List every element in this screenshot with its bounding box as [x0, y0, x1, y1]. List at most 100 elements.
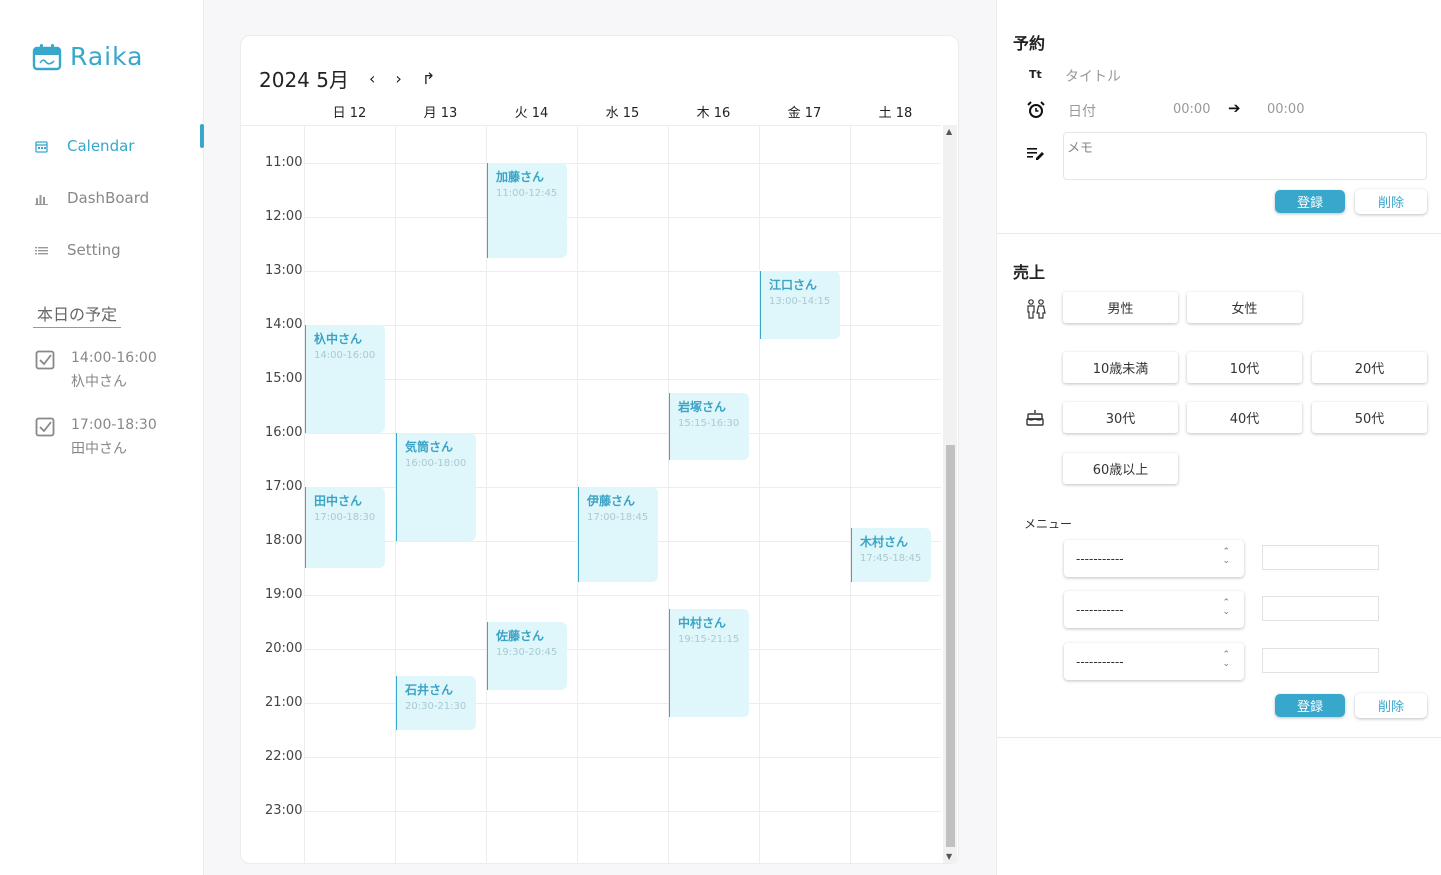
- age-button[interactable]: 30代: [1063, 402, 1178, 433]
- age-button[interactable]: 50代: [1312, 402, 1427, 433]
- calendar-event[interactable]: 佐藤さん 19:30-20:45: [487, 622, 567, 690]
- age-button[interactable]: 10代: [1187, 352, 1302, 383]
- calendar-event[interactable]: 田中さん 17:00-18:30: [305, 487, 385, 568]
- day-header[interactable]: 月 13: [395, 102, 486, 121]
- alarm-clock-icon: [1026, 100, 1046, 120]
- sidebar-item-calendar[interactable]: Calendar: [0, 120, 204, 172]
- scroll-up-icon[interactable]: ▲: [946, 127, 952, 136]
- grid-hour-line: [304, 325, 941, 326]
- checkbox-icon[interactable]: [35, 350, 55, 370]
- text-title-icon: Tt: [1029, 68, 1042, 81]
- today-item-name: 杁中さん: [71, 374, 127, 390]
- event-time: 20:30-21:30: [405, 701, 467, 712]
- calendar-event[interactable]: 気筒さん 16:00-18:00: [396, 433, 476, 541]
- menu-select-value: -----------: [1076, 602, 1124, 617]
- grid-hour-line: [304, 379, 941, 380]
- menu-select[interactable]: ----------- ⌃ ⌄: [1064, 540, 1244, 577]
- event-name: 岩塚さん: [678, 399, 727, 414]
- age-button[interactable]: 10歳未満: [1063, 352, 1178, 383]
- list-icon: [34, 243, 48, 257]
- today-button[interactable]: ↱: [422, 69, 435, 88]
- gender-female-button[interactable]: 女性: [1187, 292, 1302, 323]
- calendar-title: 2024 5月: [259, 68, 349, 92]
- prev-week-button[interactable]: ‹: [369, 69, 375, 88]
- menu-amount-input[interactable]: [1262, 545, 1379, 570]
- menu-amount-input[interactable]: [1262, 648, 1379, 673]
- reservation-register-button[interactable]: 登録: [1275, 190, 1345, 213]
- calendar-grid[interactable]: 11:00 12:00 13:00 14:00 15:00 16:00 17:00 18:00…: [241, 125, 941, 863]
- grid-column-line: [668, 126, 669, 863]
- day-header[interactable]: 水 15: [577, 102, 668, 121]
- title-input[interactable]: タイトル: [1065, 66, 1121, 86]
- grid-hour-line: [304, 595, 941, 596]
- next-week-button[interactable]: ›: [395, 69, 401, 88]
- calendar-icon: [34, 139, 48, 153]
- calendar-header: 2024 5月 ‹ › ↱: [259, 64, 435, 93]
- app-name: Raika: [70, 42, 144, 71]
- section-divider: [997, 233, 1441, 234]
- sidebar-item-setting[interactable]: Setting: [0, 224, 204, 276]
- day-header[interactable]: 金 17: [759, 102, 850, 121]
- memo-textarea[interactable]: メモ: [1063, 132, 1427, 180]
- app-logo[interactable]: Raika: [32, 42, 143, 71]
- day-header[interactable]: 木 16: [668, 102, 759, 121]
- calendar-event[interactable]: 中村さん 19:15-21:15: [669, 608, 749, 717]
- select-chevron-icon: ⌃ ⌄: [1222, 650, 1230, 669]
- scroll-down-icon[interactable]: ▼: [946, 852, 952, 861]
- arrow-right-icon: ➔: [1228, 99, 1241, 117]
- grid-hour-line: [304, 811, 941, 812]
- calendar-event[interactable]: 岩塚さん 15:15-16:30: [669, 392, 749, 460]
- calendar-event[interactable]: 杁中さん 14:00-16:00: [305, 325, 385, 433]
- select-chevron-icon: ⌃ ⌄: [1222, 547, 1230, 566]
- menu-amount-input[interactable]: [1262, 596, 1379, 621]
- grid-column-line: [850, 126, 851, 863]
- age-button[interactable]: 60歳以上: [1063, 453, 1178, 484]
- calendar-event[interactable]: 加藤さん 11:00-12:45: [487, 163, 567, 258]
- hour-label: 14:00: [265, 317, 303, 332]
- gender-male-button[interactable]: 男性: [1063, 292, 1178, 323]
- edit-note-icon: [1027, 146, 1045, 162]
- hour-label: 20:00: [265, 641, 303, 656]
- checkbox-icon[interactable]: [35, 417, 55, 437]
- today-item-name: 田中さん: [71, 441, 127, 457]
- age-button[interactable]: 20代: [1312, 352, 1427, 383]
- sidebar: Raika Calendar DashBoard Setting 本日の予定 1…: [0, 0, 204, 875]
- right-panel: 予約 Tt タイトル 日付 00:00 ➔ 00:00 メモ 登録 削除 売上 …: [996, 0, 1441, 875]
- calendar-scrollbar[interactable]: ▲ ▼: [943, 125, 957, 863]
- age-button[interactable]: 40代: [1187, 402, 1302, 433]
- calendar-event[interactable]: 石井さん 20:30-21:30: [396, 676, 476, 730]
- grid-hour-line: [304, 757, 941, 758]
- end-time-input[interactable]: 00:00: [1267, 102, 1304, 117]
- event-time: 17:45-18:45: [860, 552, 922, 564]
- grid-hour-line: [304, 271, 941, 272]
- day-header[interactable]: 土 18: [850, 102, 941, 121]
- menu-select[interactable]: ----------- ⌃ ⌄: [1064, 643, 1244, 680]
- sidebar-item-dashboard[interactable]: DashBoard: [0, 172, 204, 224]
- scroll-thumb[interactable]: [946, 445, 955, 847]
- event-name: 中村さん: [678, 615, 727, 630]
- sales-title: 売上: [1013, 263, 1046, 282]
- day-header[interactable]: 日 12: [304, 102, 395, 121]
- today-item[interactable]: 17:00-18:30 田中さん: [35, 413, 157, 461]
- reservation-delete-button[interactable]: 削除: [1355, 189, 1427, 214]
- sales-register-button[interactable]: 登録: [1275, 694, 1345, 717]
- event-name: 田中さん: [314, 494, 363, 508]
- calendar-event[interactable]: 木村さん 17:45-18:45: [851, 527, 931, 582]
- hour-label: 22:00: [265, 749, 303, 764]
- day-header[interactable]: 火 14: [486, 102, 577, 121]
- event-name: 石井さん: [405, 683, 454, 697]
- event-time: 17:00-18:30: [314, 512, 376, 523]
- calendar-event[interactable]: 江口さん 13:00-14:15: [760, 271, 840, 339]
- event-name: 木村さん: [860, 534, 909, 549]
- calendar-event[interactable]: 伊藤さん 17:00-18:45: [578, 487, 658, 582]
- date-input[interactable]: 日付: [1068, 101, 1096, 121]
- menu-select[interactable]: ----------- ⌃ ⌄: [1064, 591, 1244, 628]
- hour-label: 12:00: [265, 209, 303, 224]
- today-item[interactable]: 14:00-16:00 杁中さん: [35, 346, 157, 394]
- sales-delete-button[interactable]: 削除: [1355, 693, 1427, 718]
- menu-label: メニュー: [1024, 517, 1073, 531]
- male-female-icon: [1025, 299, 1047, 319]
- start-time-input[interactable]: 00:00: [1173, 102, 1210, 117]
- cake-icon: [1026, 409, 1044, 427]
- hour-label: 15:00: [265, 371, 303, 386]
